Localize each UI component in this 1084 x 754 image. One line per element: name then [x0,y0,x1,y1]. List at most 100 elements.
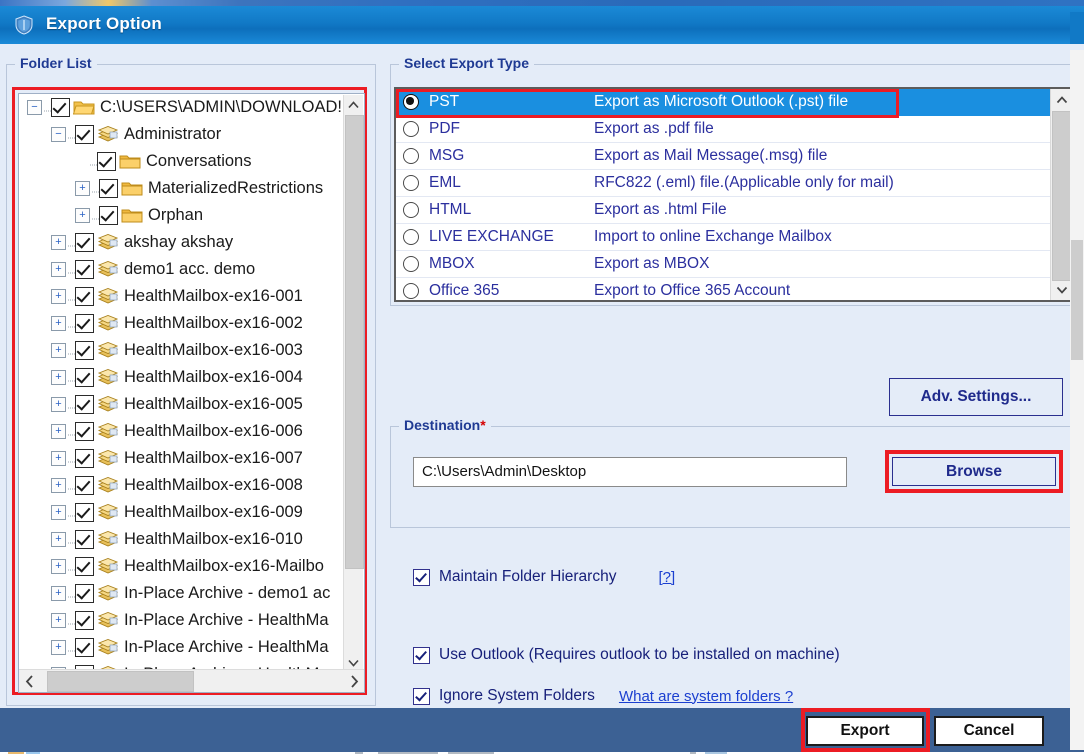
folder-tree-node[interactable]: + HealthMailbox-ex16-002 [19,310,346,337]
folder-checkbox[interactable] [97,152,116,171]
export-type-row[interactable]: PST Export as Microsoft Outlook (.pst) fi… [396,89,1053,116]
folder-tree-scroll-thumb[interactable] [345,115,364,569]
folder-tree-vertical-scrollbar[interactable] [343,95,364,672]
export-type-row[interactable]: MBOX Export as MBOX [396,251,1053,278]
folder-tree-node[interactable]: + akshay akshay [19,229,346,256]
folder-checkbox[interactable] [75,476,94,495]
export-type-radio[interactable] [403,256,419,272]
tree-expand-icon[interactable]: + [51,289,66,304]
maintain-folder-hierarchy-checkbox[interactable] [413,568,430,586]
folder-tree-node[interactable]: + HealthMailbox-ex16-010 [19,526,346,553]
system-folders-help-link[interactable]: What are system folders ? [619,688,793,705]
folder-checkbox[interactable] [75,503,94,522]
folder-tree-node[interactable]: Conversations [19,148,346,175]
export-type-row[interactable]: HTML Export as .html File [396,197,1053,224]
folder-checkbox[interactable] [75,611,94,630]
folder-checkbox[interactable] [75,125,94,144]
tree-expand-icon[interactable]: + [51,370,66,385]
export-type-radio[interactable] [403,148,419,164]
folder-tree-node[interactable]: + HealthMailbox-ex16-Mailbo [19,553,346,580]
folder-checkbox[interactable] [75,260,94,279]
folder-tree-node[interactable]: + In-Place Archive - HealthMa [19,607,346,634]
ignore-system-folders-checkbox[interactable] [413,687,430,705]
export-button[interactable]: Export [806,716,924,746]
folder-checkbox[interactable] [51,98,70,117]
folder-tree-panel[interactable]: − C:\USERS\ADMIN\DOWNLOAD! − Administrator C… [18,93,365,693]
cancel-button[interactable]: Cancel [934,716,1044,746]
tree-expand-icon[interactable]: + [75,208,90,223]
export-type-radio[interactable] [403,121,419,137]
folder-tree-node[interactable]: − C:\USERS\ADMIN\DOWNLOAD! [19,94,346,121]
folder-checkbox[interactable] [75,341,94,360]
export-type-scrollbar[interactable] [1050,89,1072,300]
folder-checkbox[interactable] [75,233,94,252]
tree-expand-icon[interactable]: + [51,397,66,412]
maintain-folder-hierarchy-help-link[interactable]: [?] [658,569,675,586]
folder-checkbox[interactable] [75,368,94,387]
tree-collapse-icon[interactable]: − [51,127,66,142]
destination-path-input[interactable]: C:\Users\Admin\Desktop [413,457,847,487]
folder-checkbox[interactable] [75,530,94,549]
folder-tree-node[interactable]: − Administrator [19,121,346,148]
tree-expand-icon[interactable]: + [51,532,66,547]
maintain-folder-hierarchy-option[interactable]: Maintain Folder Hierarchy [?] [413,568,675,586]
folder-tree-horizontal-scrollbar[interactable] [19,669,364,692]
export-type-radio[interactable] [403,229,419,245]
tree-expand-icon[interactable]: + [75,181,90,196]
folder-tree-node[interactable]: + In-Place Archive - HealthMa [19,634,346,661]
export-type-row[interactable]: Office 365 Export to Office 365 Account [396,278,1053,300]
chevron-up-icon[interactable] [344,95,363,114]
tree-expand-icon[interactable]: + [51,478,66,493]
folder-tree-hscroll-thumb[interactable] [47,671,194,692]
folder-checkbox[interactable] [75,584,94,603]
folder-checkbox[interactable] [75,449,94,468]
use-outlook-checkbox[interactable] [413,646,430,664]
folder-checkbox[interactable] [75,638,94,657]
adv-settings-button[interactable]: Adv. Settings... [889,378,1063,416]
folder-checkbox[interactable] [75,287,94,306]
folder-checkbox[interactable] [99,179,118,198]
chevron-up-icon[interactable] [1051,89,1072,110]
export-type-row[interactable]: EML RFC822 (.eml) file.(Applicable only f… [396,170,1053,197]
folder-tree-node[interactable]: + MaterializedRestrictions [19,175,346,202]
folder-tree-node[interactable]: + In-Place Archive - demo1 ac [19,580,346,607]
tree-expand-icon[interactable]: + [51,235,66,250]
export-type-radio[interactable] [403,175,419,191]
folder-tree-node[interactable]: + HealthMailbox-ex16-009 [19,499,346,526]
folder-checkbox[interactable] [75,422,94,441]
chevron-left-icon[interactable] [19,670,39,692]
export-type-radio[interactable] [403,283,419,299]
tree-collapse-icon[interactable]: − [27,100,42,115]
folder-tree-node[interactable]: + HealthMailbox-ex16-004 [19,364,346,391]
tree-expand-icon[interactable]: + [51,316,66,331]
chevron-down-icon[interactable] [1051,279,1072,300]
folder-checkbox[interactable] [75,395,94,414]
host-window-scrollbar[interactable] [1070,50,1084,750]
tree-expand-icon[interactable]: + [51,343,66,358]
export-type-radio[interactable] [403,94,419,110]
tree-expand-icon[interactable]: + [51,640,66,655]
folder-tree-node[interactable]: + demo1 acc. demo [19,256,346,283]
export-type-row[interactable]: LIVE EXCHANGE Import to online Exchange M… [396,224,1053,251]
tree-expand-icon[interactable]: + [51,613,66,628]
tree-expand-icon[interactable]: + [51,586,66,601]
folder-tree-node[interactable]: + HealthMailbox-ex16-008 [19,472,346,499]
folder-checkbox[interactable] [75,314,94,333]
folder-checkbox[interactable] [75,557,94,576]
tree-expand-icon[interactable]: + [51,262,66,277]
export-type-list[interactable]: PST Export as Microsoft Outlook (.pst) fi… [394,87,1074,302]
folder-tree-node[interactable]: + HealthMailbox-ex16-005 [19,391,346,418]
ignore-system-folders-option[interactable]: Ignore System Folders What are system fo… [413,687,793,705]
export-type-row[interactable]: MSG Export as Mail Message(.msg) file [396,143,1053,170]
folder-checkbox[interactable] [99,206,118,225]
export-type-rows[interactable]: PST Export as Microsoft Outlook (.pst) fi… [396,89,1053,300]
chevron-right-icon[interactable] [344,670,364,692]
export-type-radio[interactable] [403,202,419,218]
tree-expand-icon[interactable]: + [51,424,66,439]
folder-tree-node[interactable]: + HealthMailbox-ex16-003 [19,337,346,364]
tree-expand-icon[interactable]: + [51,559,66,574]
folder-tree-list[interactable]: − C:\USERS\ADMIN\DOWNLOAD! − Administrator C… [19,94,346,671]
browse-button[interactable]: Browse [892,457,1056,486]
tree-expand-icon[interactable]: + [51,505,66,520]
host-window-scroll-thumb[interactable] [1071,240,1083,360]
